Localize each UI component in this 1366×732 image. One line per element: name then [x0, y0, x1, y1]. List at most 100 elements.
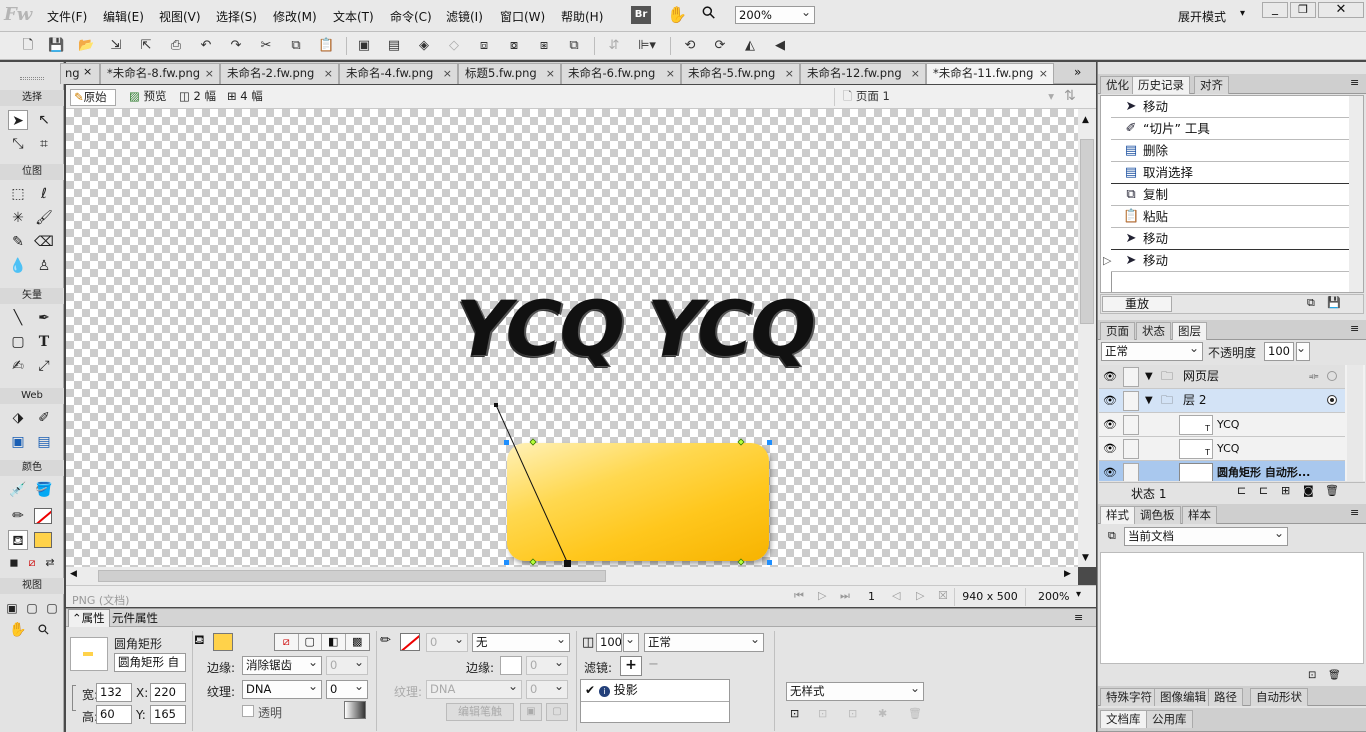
- scale-tool-icon[interactable]: ⤡: [8, 134, 28, 154]
- full-screen-icon[interactable]: ▢: [42, 598, 62, 618]
- stroke-align-outside-icon[interactable]: ▢: [546, 703, 568, 721]
- layer-opacity-input[interactable]: 100: [1264, 342, 1294, 361]
- menu-edit[interactable]: 编辑(E): [103, 8, 144, 25]
- tab-close-icon[interactable]: ×: [83, 65, 92, 78]
- zoom-select[interactable]: 200%: [735, 6, 815, 24]
- tab-doc-active[interactable]: *未命名-11.fw.png ×: [926, 63, 1054, 84]
- tab-history[interactable]: 历史记录: [1132, 76, 1190, 94]
- object-name-input[interactable]: 圆角矩形 自: [114, 653, 186, 672]
- send-back-icon[interactable]: ⧉: [566, 38, 582, 54]
- panel-menu-icon[interactable]: ≡: [1350, 506, 1359, 519]
- workspace-chevron-icon[interactable]: ▾: [1240, 8, 1245, 19]
- hand-tool-icon[interactable]: ✋: [8, 620, 28, 640]
- tab-special-characters[interactable]: 特殊字符: [1100, 688, 1158, 706]
- undo-icon[interactable]: ↶: [198, 38, 214, 54]
- width-input[interactable]: 132: [96, 683, 132, 702]
- expand-arrow-icon[interactable]: ▼: [1145, 389, 1153, 412]
- panel-menu-icon[interactable]: ≡: [1350, 322, 1359, 335]
- minimize-button[interactable]: _: [1262, 2, 1288, 18]
- open-icon[interactable]: 📂: [78, 38, 94, 54]
- view-2up-button[interactable]: ◫ 2 幅: [176, 89, 219, 106]
- texture-select[interactable]: DNA: [242, 680, 322, 699]
- scroll-right-icon[interactable]: ▶: [1064, 569, 1071, 579]
- freeform-tool-icon[interactable]: ✍: [8, 356, 28, 376]
- prev-frame-icon[interactable]: ◁: [892, 589, 900, 602]
- view-original-button[interactable]: ✎原始: [70, 89, 116, 106]
- copy-steps-icon[interactable]: ⧉: [1307, 296, 1315, 310]
- layer-blend-select[interactable]: 正常: [1101, 342, 1203, 361]
- tab-states[interactable]: 状态: [1136, 322, 1171, 340]
- history-item[interactable]: ▤ 删除: [1111, 140, 1349, 162]
- stroke-edge-swatch[interactable]: [500, 656, 522, 675]
- flip-horizontal-icon[interactable]: ◭: [742, 38, 758, 54]
- duplicate-layer-icon[interactable]: ⊞: [1281, 484, 1290, 497]
- new-icon[interactable]: 🗋: [20, 38, 36, 54]
- stop-icon[interactable]: ☒: [938, 589, 948, 602]
- bring-forward-icon[interactable]: ⧇: [506, 38, 522, 54]
- fill-color-icon[interactable]: ⛾: [8, 530, 28, 550]
- lock-toggle[interactable]: [1123, 463, 1139, 481]
- new-style-icon[interactable]: ⊡: [790, 707, 799, 720]
- rotate-ccw-icon[interactable]: ⟲: [682, 38, 698, 54]
- full-screen-menus-icon[interactable]: ▢: [22, 598, 42, 618]
- bring-front-icon[interactable]: ⧈: [476, 38, 492, 54]
- subselect-tool-icon[interactable]: ↖: [34, 110, 54, 130]
- replay-button[interactable]: 重放: [1102, 296, 1172, 312]
- tab-styles[interactable]: 样式: [1100, 506, 1135, 524]
- fill-none-icon[interactable]: ⧄: [275, 634, 299, 650]
- standard-screen-icon[interactable]: ▣: [2, 598, 22, 618]
- last-frame-icon[interactable]: ⏭: [840, 589, 850, 603]
- checkmark-icon[interactable]: ✔: [585, 683, 595, 697]
- menu-window[interactable]: 窗口(W): [500, 8, 545, 25]
- history-scrollbar[interactable]: [1349, 96, 1363, 292]
- status-zoom[interactable]: 200%: [1038, 590, 1069, 603]
- opacity-input[interactable]: 100: [596, 633, 622, 652]
- document-canvas[interactable]: YCQ YCQ: [66, 109, 1078, 567]
- view-preview-button[interactable]: ▨ 预览: [126, 89, 170, 106]
- history-slider-handle[interactable]: ▷: [1103, 254, 1111, 267]
- knife-tool-icon[interactable]: ⤢: [34, 356, 54, 376]
- show-slices-icon[interactable]: ▤: [34, 432, 54, 452]
- style-select[interactable]: 无样式: [786, 682, 924, 701]
- save-command-icon[interactable]: 💾: [1327, 296, 1341, 309]
- menu-file[interactable]: 文件(F): [47, 8, 87, 25]
- first-frame-icon[interactable]: ⏮: [794, 589, 804, 603]
- menu-view[interactable]: 视图(V): [159, 8, 201, 25]
- new-layer-icon[interactable]: ⊏: [1259, 484, 1268, 497]
- tab-doc-4[interactable]: 标题5.fw.png ×: [458, 63, 561, 84]
- delete-layer-icon[interactable]: 🗑: [1325, 484, 1339, 497]
- tab-properties[interactable]: ⌃属性: [68, 609, 110, 627]
- default-colors-icon[interactable]: ◼: [4, 553, 24, 573]
- menu-filters[interactable]: 滤镜(I): [446, 8, 483, 25]
- lasso-tool-icon[interactable]: ℓ: [34, 184, 54, 204]
- tab-align[interactable]: 对齐: [1194, 76, 1229, 94]
- swap-colors-icon[interactable]: ⇄: [40, 553, 60, 573]
- stroke-type-select[interactable]: 无: [472, 633, 570, 652]
- tab-close-icon[interactable]: ×: [205, 64, 214, 83]
- zoom-tool-icon[interactable]: ⚲: [30, 616, 58, 644]
- layer-row-web[interactable]: 👁 ▼ 🗀 网页层 ⟚: [1099, 365, 1345, 389]
- canvas-size[interactable]: 940 x 500: [954, 588, 1026, 606]
- menu-help[interactable]: 帮助(H): [561, 8, 603, 25]
- eye-icon[interactable]: 👁: [1103, 418, 1117, 432]
- restore-button[interactable]: ❐: [1290, 2, 1316, 18]
- break-style-icon[interactable]: ⊡: [848, 707, 857, 720]
- no-color-icon[interactable]: ⧄: [22, 553, 42, 573]
- rectangle-tool-icon[interactable]: ▢: [8, 332, 28, 352]
- tab-optimize[interactable]: 优化: [1100, 76, 1135, 94]
- stroke-color-icon[interactable]: ✏: [8, 506, 28, 526]
- fill-gradient-icon[interactable]: ◧: [322, 634, 346, 650]
- lock-toggle[interactable]: [1123, 415, 1139, 435]
- pen-tool-icon[interactable]: ✒: [34, 308, 54, 328]
- layers-scrollbar[interactable]: [1347, 365, 1363, 481]
- chevron-down-icon[interactable]: ▾: [1076, 589, 1081, 600]
- style-library-select[interactable]: 当前文档: [1124, 527, 1288, 546]
- close-window-button[interactable]: ✕: [1318, 2, 1364, 18]
- eye-icon[interactable]: 👁: [1103, 394, 1117, 408]
- stroke-edge-select[interactable]: 0: [526, 656, 568, 675]
- horizontal-scrollbar[interactable]: ◀ ▶: [66, 567, 1078, 585]
- expand-arrow-icon[interactable]: ▼: [1145, 365, 1153, 388]
- style-options-icon[interactable]: ✱: [878, 707, 887, 720]
- redo-icon[interactable]: ↷: [228, 38, 244, 54]
- texture-amount-select[interactable]: 0: [326, 680, 368, 699]
